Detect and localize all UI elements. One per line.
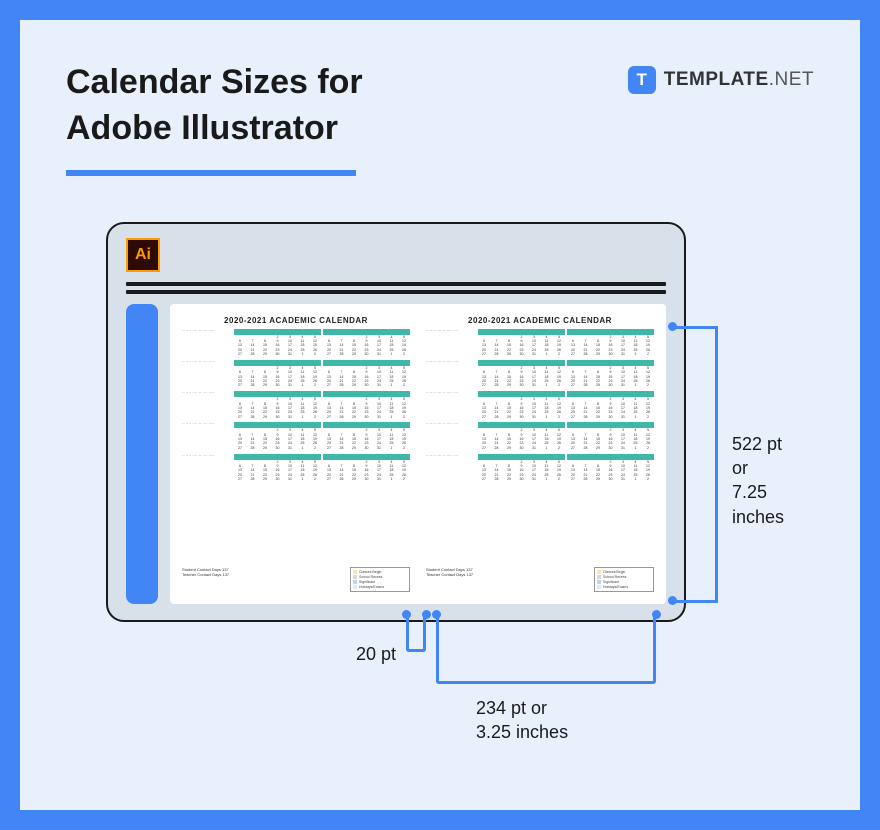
adobe-illustrator-icon: Ai (126, 238, 160, 272)
legend-item: Significant (597, 580, 651, 584)
calendar-month: 2345678910111213141516171819202122232425… (478, 422, 565, 451)
calendar-month: 2345678910111213141516171819202122232425… (478, 454, 565, 483)
dim-text: 3.25 inches (476, 722, 568, 742)
calendar-month: 2345678910111213141516171819202122232425… (234, 391, 321, 420)
brand-badge-icon: T (628, 66, 656, 94)
width-dimension-label: 234 pt or 3.25 inches (476, 696, 568, 745)
title-block: Calendar Sizes for Adobe Illustrator (66, 60, 363, 176)
title-line-1: Calendar Sizes for (66, 63, 363, 101)
illustration-workspace: Ai 2020-2021 ACADEMIC CALENDAR ·· ···· ·… (106, 222, 746, 622)
bracket-dot (432, 610, 441, 619)
calendar-month: 2345678910111213141516171819202122232425… (478, 360, 565, 389)
calendar-page-title: 2020-2021 ACADEMIC CALENDAR (182, 316, 410, 325)
legend-stat: Teacher Contact Days 137 (426, 572, 473, 577)
gap-bracket (406, 614, 426, 652)
title-line-2: Adobe Illustrator (66, 109, 338, 147)
brand-suffix: .NET (769, 69, 814, 90)
diagram-canvas: Calendar Sizes for Adobe Illustrator T T… (20, 20, 860, 810)
illustrator-window: Ai 2020-2021 ACADEMIC CALENDAR ·· ···· ·… (106, 222, 686, 622)
bracket-dot (668, 322, 677, 331)
calendar-page-left: 2020-2021 ACADEMIC CALENDAR ·· ···· ····… (182, 316, 410, 592)
height-bracket (696, 326, 718, 600)
dim-text: 20 pt (356, 644, 396, 664)
legend-box: Classes BeginSchool RecessSignificantHol… (594, 567, 654, 592)
calendar-month: 2345678910111213141516171819202122232425… (478, 391, 565, 420)
legend-box: Classes BeginSchool RecessSignificantHol… (350, 567, 410, 592)
dim-text: 234 pt or (476, 698, 547, 718)
calendar-month: 2345678910111213141516171819202122232425… (323, 422, 410, 451)
legend-row: Student Contact Days 137 Teacher Contact… (426, 567, 654, 592)
artboard: 2020-2021 ACADEMIC CALENDAR ·· ···· ····… (170, 304, 666, 604)
calendar-month: 2345678910111213141516171819202122232425… (323, 329, 410, 358)
calendar-page-title: 2020-2021 ACADEMIC CALENDAR (426, 316, 654, 325)
calendar-content: ·· ···· ···· ·· ···· ····234567891011121… (182, 329, 410, 563)
dim-text: 7.25 inches (732, 482, 784, 526)
bracket-dot (668, 596, 677, 605)
legend-item: Holidays/Exams (353, 585, 407, 589)
window-toolbar-lines (126, 282, 666, 294)
page-title: Calendar Sizes for Adobe Illustrator (66, 60, 363, 152)
calendar-month: 2345678910111213141516171819202122232425… (234, 422, 321, 451)
legend-item: Holidays/Exams (597, 585, 651, 589)
calendar-notes: ·· ···· ···· ·· ···· ···· (426, 329, 476, 358)
header-row: Calendar Sizes for Adobe Illustrator T T… (66, 60, 814, 176)
calendar-month: 2345678910111213141516171819202122232425… (478, 329, 565, 358)
calendar-notes: ·· ···· ···· ·· ···· ···· (426, 422, 476, 451)
calendar-notes: ·· ···· ···· ·· ···· ···· (182, 329, 232, 358)
bracket-dot (422, 610, 431, 619)
calendar-notes: ·· ···· ···· ·· ···· ···· (426, 391, 476, 420)
calendar-page-right: 2020-2021 ACADEMIC CALENDAR ·· ···· ····… (426, 316, 654, 592)
calendar-month: 2345678910111213141516171819202122232425… (323, 360, 410, 389)
gap-dimension-label: 20 pt (340, 642, 396, 666)
brand-text: TEMPLATE.NET (664, 69, 814, 91)
calendar-month: 2345678910111213141516171819202122232425… (567, 360, 654, 389)
height-dimension-label: 522 pt or 7.25 inches (732, 432, 784, 529)
brand-name: TEMPLATE (664, 69, 769, 90)
height-bracket-top (672, 326, 718, 329)
calendar-month: 2345678910111213141516171819202122232425… (323, 454, 410, 483)
calendar-notes: ·· ···· ···· ·· ···· ···· (182, 422, 232, 451)
calendar-month: 2345678910111213141516171819202122232425… (234, 329, 321, 358)
legend-left: Student Contact Days 137 Teacher Contact… (426, 567, 473, 592)
calendar-content: ·· ···· ···· ·· ···· ····234567891011121… (426, 329, 654, 563)
legend-item: Classes Begin (597, 570, 651, 574)
legend-row: Student Contact Days 137 Teacher Contact… (182, 567, 410, 592)
bracket-dot (402, 610, 411, 619)
calendar-notes: ·· ···· ···· ·· ···· ···· (182, 360, 232, 389)
legend-item: School Recess (353, 575, 407, 579)
title-underline (66, 170, 356, 176)
calendar-month: 2345678910111213141516171819202122232425… (567, 329, 654, 358)
legend-stat: Teacher Contact Days 137 (182, 572, 229, 577)
legend-item: Classes Begin (353, 570, 407, 574)
calendar-notes: ·· ···· ···· ·· ···· ···· (182, 454, 232, 483)
brand-logo: T TEMPLATE.NET (628, 66, 814, 94)
window-sidebar (126, 304, 158, 604)
calendar-notes: ·· ···· ···· ·· ···· ···· (426, 360, 476, 389)
legend-item: School Recess (597, 575, 651, 579)
calendar-month: 2345678910111213141516171819202122232425… (234, 360, 321, 389)
calendar-notes: ·· ···· ···· ·· ···· ···· (182, 391, 232, 420)
dim-text: 522 pt or (732, 434, 782, 478)
calendar-month: 2345678910111213141516171819202122232425… (567, 422, 654, 451)
legend-left: Student Contact Days 137 Teacher Contact… (182, 567, 229, 592)
bracket-dot (652, 610, 661, 619)
width-bracket (436, 614, 656, 684)
calendar-month: 2345678910111213141516171819202122232425… (567, 391, 654, 420)
window-body: 2020-2021 ACADEMIC CALENDAR ·· ···· ····… (126, 304, 666, 604)
calendar-month: 2345678910111213141516171819202122232425… (567, 454, 654, 483)
calendar-month: 2345678910111213141516171819202122232425… (234, 454, 321, 483)
calendar-notes: ·· ···· ···· ·· ···· ···· (426, 454, 476, 483)
legend-item: Significant (353, 580, 407, 584)
calendar-month: 2345678910111213141516171819202122232425… (323, 391, 410, 420)
height-bracket-bot (672, 600, 718, 603)
